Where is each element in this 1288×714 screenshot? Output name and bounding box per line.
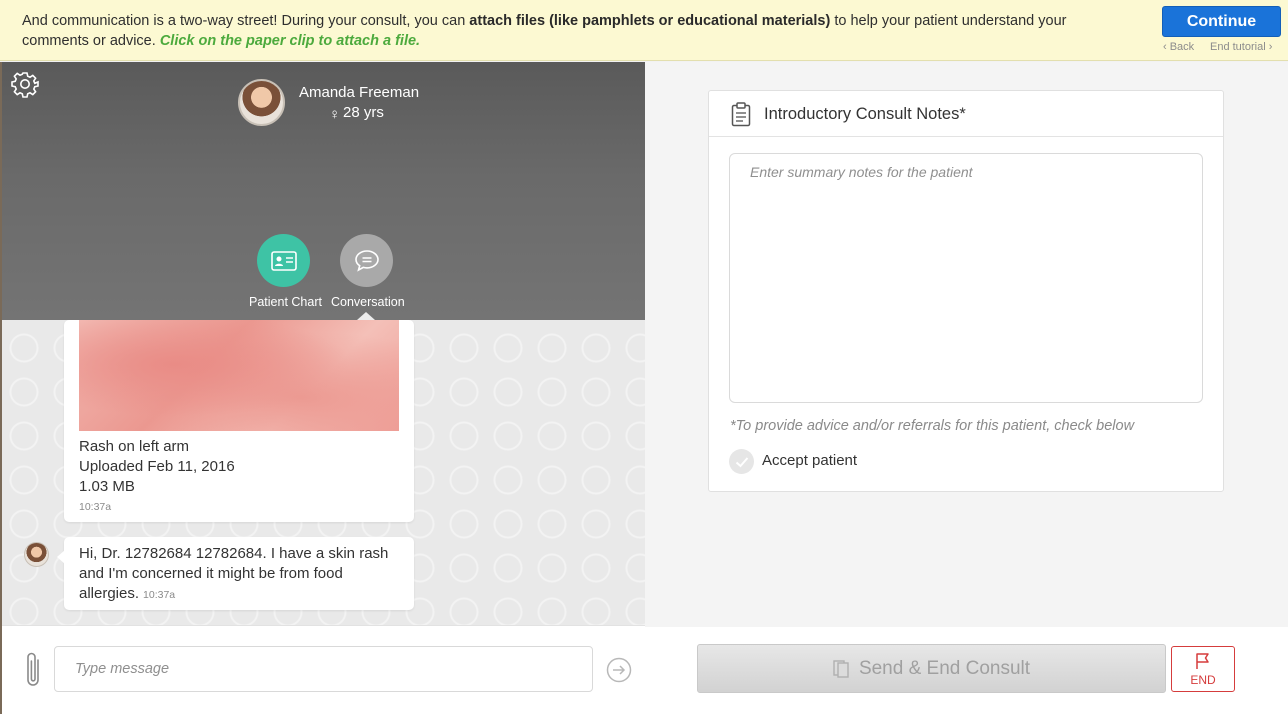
advice-note: *To provide advice and/or referrals for … [730,418,1135,434]
checkmark-icon [735,456,748,467]
notes-title: Introductory Consult Notes* [764,105,966,123]
patient-message-bubble: Hi, Dr. 12782684 12782684. I have a skin… [57,537,414,610]
id-card-icon [270,250,297,271]
send-end-consult-button[interactable]: Send & End Consult [697,644,1166,693]
document-icon [833,659,849,678]
message-text: Hi, Dr. 12782684 12782684. I have a skin… [79,545,389,602]
paperclip-icon[interactable] [22,650,44,690]
message-input[interactable] [54,646,593,692]
image-caption: Rash on left arm [79,438,190,455]
chat-bubble-icon [354,249,379,272]
message-body: Hi, Dr. 12782684 12782684. I have a skin… [79,544,409,605]
clipboard-icon [731,102,751,127]
consult-notes-panel: Introductory Consult Notes* *To provide … [645,62,1288,714]
patient-avatar [238,79,285,126]
end-tutorial-link[interactable]: End tutorial › [1210,41,1272,53]
end-label: END [1190,672,1216,687]
patient-chart-label[interactable]: Patient Chart [249,295,322,309]
accept-patient-label[interactable]: Accept patient [762,452,857,469]
tutorial-banner: And communication is a two-way street! D… [0,0,1288,61]
conversation-button[interactable] [340,234,393,287]
patient-chart-button[interactable] [257,234,310,287]
conversation-panel: Rash on left arm Uploaded Feb 11, 2016 1… [0,62,645,714]
rash-photo[interactable] [79,320,399,431]
image-file-size: 1.03 MB [79,478,135,495]
flag-icon [1196,652,1209,669]
tutorial-message: And communication is a two-way street! D… [22,11,1102,51]
message-composer [2,625,645,714]
tutorial-highlight: Click on the paper clip to attach a file… [159,33,421,49]
tutorial-text-bold: attach files (like pamphlets or educatio… [469,13,831,29]
consult-notes-card: Introductory Consult Notes* *To provide … [708,90,1224,492]
summary-notes-textarea[interactable] [729,153,1203,403]
patient-age: 28 yrs [343,104,384,121]
end-consult-button[interactable]: END [1171,646,1235,692]
image-message-card[interactable]: Rash on left arm Uploaded Feb 11, 2016 1… [64,320,414,522]
patient-message-avatar [24,542,49,567]
conversation-label[interactable]: Conversation [331,295,405,309]
message-timestamp: 10:37a [79,501,112,513]
patient-header: Amanda Freeman ♀ 28 yrs Patient Chart Co… [2,62,645,320]
back-link[interactable]: ‹ Back [1163,41,1194,53]
consult-actions: Send & End Consult END [645,627,1288,714]
patient-name: Amanda Freeman [299,84,420,101]
tutorial-text: And communication is a two-way street! D… [22,13,470,29]
message-timestamp: 10:37a [143,589,176,601]
send-end-consult-label: Send & End Consult [858,657,1031,679]
accept-patient-checkbox[interactable] [729,449,754,474]
gear-icon[interactable] [11,70,39,98]
active-tab-caret [357,312,375,320]
image-upload-date: Uploaded Feb 11, 2016 [79,458,235,475]
notes-header: Introductory Consult Notes* [709,91,1223,137]
female-icon: ♀ [329,106,341,123]
continue-button[interactable]: Continue [1162,6,1281,37]
send-arrow-icon[interactable] [606,657,632,683]
